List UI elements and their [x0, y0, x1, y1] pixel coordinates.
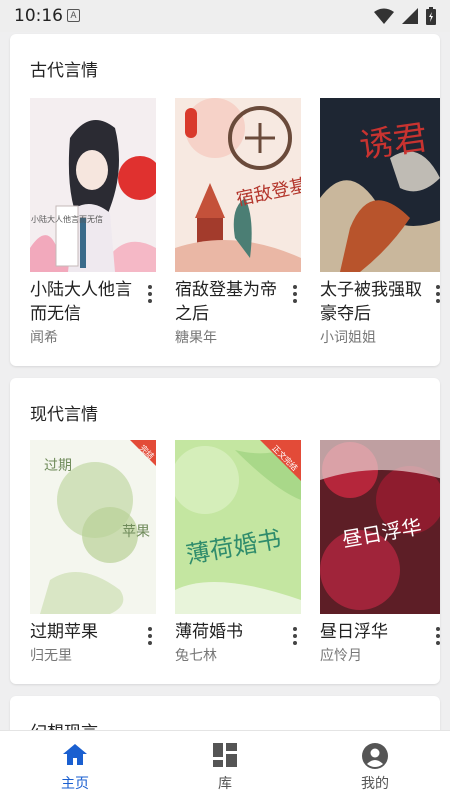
book-author: 小词姐姐	[320, 330, 376, 346]
nav-library[interactable]: 库	[150, 731, 300, 801]
book-cover[interactable]: 诱君	[320, 98, 440, 272]
book-author: 归无里	[30, 648, 72, 664]
cover-subtitle-text: 苹果	[122, 524, 150, 540]
battery-icon	[426, 7, 436, 25]
notification-a-icon: A	[67, 9, 80, 22]
bottom-navigation: 主页 库 我的	[0, 730, 450, 801]
nav-label: 我的	[361, 776, 389, 792]
more-options-icon[interactable]	[287, 282, 303, 306]
book-cover[interactable]: 薄荷婚书 正文完结	[175, 440, 301, 614]
status-time: 10:16	[14, 6, 63, 26]
home-icon	[63, 744, 87, 765]
book-author: 兔七林	[175, 648, 217, 664]
cover-title-text: 过期	[44, 458, 72, 474]
section-card-modern-romance: 现代言情 过期 苹果 完结 过期苹果 归无里 薄荷婚书 正文完结 薄荷婚书 兔七…	[10, 378, 440, 684]
nav-label: 库	[218, 776, 232, 792]
signal-icon	[402, 8, 418, 24]
book-author: 糖果年	[175, 330, 217, 346]
more-options-icon[interactable]	[142, 624, 158, 648]
status-icons	[374, 7, 436, 25]
book-cover[interactable]: 过期 苹果 完结	[30, 440, 156, 614]
section-card-fantasy-modern: 幻想现言	[10, 696, 440, 730]
book-author: 应怜月	[320, 648, 362, 664]
book-title[interactable]: 太子被我强取豪夺后	[320, 278, 428, 326]
nav-label: 主页	[61, 776, 89, 792]
home-feed[interactable]: 古代言情 小陆大人他言而无信 小陆大人他言而无信 闻希 宿敌登基 宿敌登基为帝之…	[0, 32, 450, 730]
book-title[interactable]: 昼日浮华	[320, 620, 428, 644]
section-title: 现代言情	[30, 405, 98, 425]
more-options-icon[interactable]	[287, 624, 303, 648]
account-icon	[362, 743, 388, 769]
book-cover[interactable]: 昼日浮华	[320, 440, 440, 614]
section-card-ancient-romance: 古代言情 小陆大人他言而无信 小陆大人他言而无信 闻希 宿敌登基 宿敌登基为帝之…	[10, 34, 440, 366]
book-title[interactable]: 薄荷婚书	[175, 620, 283, 644]
wifi-icon	[374, 8, 394, 24]
book-title[interactable]: 宿敌登基为帝之后	[175, 278, 283, 326]
book-title[interactable]: 过期苹果	[30, 620, 138, 644]
book-cover[interactable]: 小陆大人他言而无信	[30, 98, 156, 272]
more-options-icon[interactable]	[434, 624, 442, 648]
status-bar: 10:16 A	[0, 0, 450, 32]
cover-title-text: 小陆大人他言而无信	[31, 214, 103, 224]
more-options-icon[interactable]	[434, 282, 442, 306]
section-title: 古代言情	[30, 61, 98, 81]
more-options-icon[interactable]	[142, 282, 158, 306]
section-title: 幻想现言	[30, 718, 98, 730]
library-grid-icon	[213, 743, 237, 767]
book-author: 闻希	[30, 330, 58, 346]
nav-me[interactable]: 我的	[300, 731, 450, 801]
book-title[interactable]: 小陆大人他言而无信	[30, 278, 138, 326]
nav-home[interactable]: 主页	[0, 731, 150, 801]
book-cover[interactable]: 宿敌登基	[175, 98, 301, 272]
